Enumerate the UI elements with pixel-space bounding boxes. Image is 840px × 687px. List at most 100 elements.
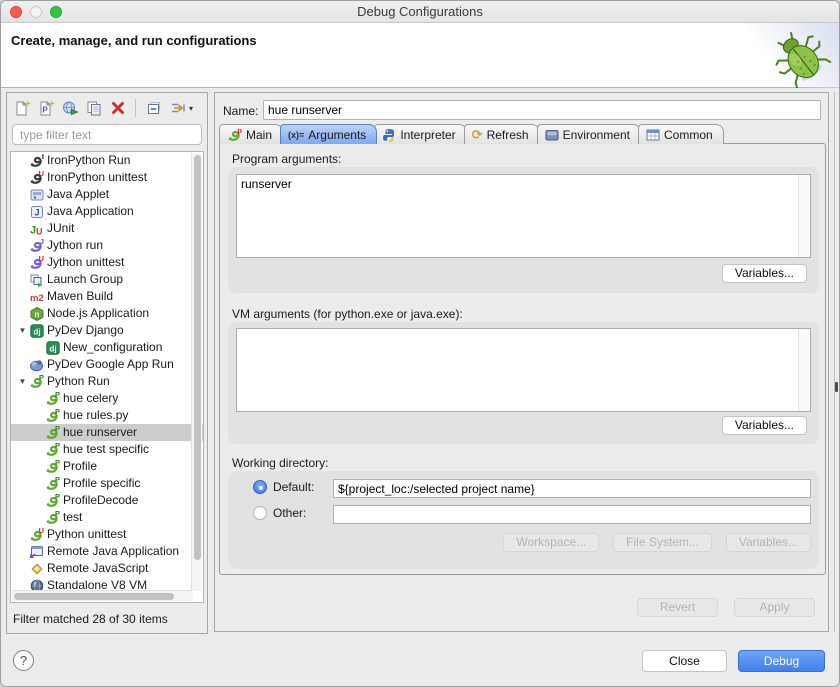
remote-javascript-icon — [28, 561, 45, 576]
delete-launch-configuration-button[interactable] — [107, 98, 128, 119]
program-arguments-label: Program arguments: — [232, 152, 341, 166]
svg-text:P: P — [39, 374, 44, 382]
vm-arguments-label: VM arguments (for python.exe or java.exe… — [232, 307, 463, 321]
tree-item-profile[interactable]: PProfile — [11, 458, 203, 475]
tree-item-maven-build[interactable]: m2Maven Build — [11, 288, 203, 305]
tab-label: Common — [664, 128, 713, 142]
tree-item-java-application[interactable]: J Java Application — [11, 203, 203, 220]
launch-toolbar: + P+ ▾ — [11, 96, 193, 120]
textarea-scrollbar[interactable] — [798, 175, 810, 257]
tree-item-label: Python Run — [45, 373, 110, 390]
delete-icon — [109, 99, 127, 117]
apply-button[interactable]: Apply — [734, 598, 815, 617]
tab-label: Arguments — [308, 128, 366, 142]
tree-vertical-scrollbar[interactable] — [191, 153, 202, 591]
tree-item-python-run[interactable]: ▼ PPython Run — [11, 373, 203, 390]
duplicate-launch-configuration-button[interactable] — [83, 98, 104, 119]
tree-item-label: hue runserver — [61, 424, 137, 441]
tree-item-pydev-django[interactable]: ▼djPyDev Django — [11, 322, 203, 339]
revert-button[interactable]: Revert — [637, 598, 718, 617]
tree-item-hue-test-specific[interactable]: Phue test specific — [11, 441, 203, 458]
filter-input[interactable] — [12, 124, 202, 145]
new-prototype-icon: P+ — [37, 99, 55, 117]
tree-item-label: test — [61, 509, 82, 526]
collapse-all-button[interactable] — [143, 98, 164, 119]
tree-item-remote-javascript[interactable]: Remote JavaScript — [11, 560, 203, 577]
tree-item-label: Python unittest — [45, 526, 126, 543]
tree-item-hue-celery[interactable]: Phue celery — [11, 390, 203, 407]
tree-item-python-unittest[interactable]: UPython unittest — [11, 526, 203, 543]
tree-item-profile-specific[interactable]: PProfile specific — [11, 475, 203, 492]
tab-arguments[interactable]: (x)= Arguments — [280, 124, 377, 144]
other-radio[interactable] — [253, 506, 267, 520]
titlebar: Debug Configurations — [1, 1, 839, 23]
tree-item-remote-java-application[interactable]: Remote Java Application — [11, 543, 203, 560]
vm-arguments-textarea[interactable] — [236, 328, 811, 412]
program-arguments-variables-button[interactable]: Variables... — [722, 264, 807, 283]
svg-text:P: P — [55, 408, 60, 416]
tree-item-pydev-google-app-run[interactable]: PyDev Google App Run — [11, 356, 203, 373]
program-arguments-textarea[interactable]: runserver — [236, 174, 811, 258]
google-app-run-icon — [28, 357, 45, 372]
right-sash[interactable] — [834, 92, 835, 632]
tree-item-label: PyDev Google App Run — [45, 356, 174, 373]
collapse-all-icon — [145, 99, 163, 117]
tab-interpreter[interactable]: Interpreter — [374, 124, 466, 144]
new-launch-configuration-button[interactable]: + — [11, 98, 32, 119]
filter-launch-configurations-button[interactable] — [167, 98, 188, 119]
tree-item-label: Jython run — [45, 237, 103, 254]
tree-item-hue-rules-py[interactable]: Phue rules.py — [11, 407, 203, 424]
junit-icon: JU — [28, 221, 45, 236]
tab-environment[interactable]: Environment — [537, 124, 641, 144]
tree-item-label: Java Application — [45, 203, 134, 220]
tree-item-test[interactable]: Ptest — [11, 509, 203, 526]
svg-text:dj: dj — [49, 344, 56, 353]
tree-item-java-applet[interactable]: Java Applet — [11, 186, 203, 203]
variables-button[interactable]: Variables... — [726, 533, 811, 552]
expand-arrow-icon[interactable]: ▼ — [17, 322, 28, 339]
default-directory-field[interactable] — [333, 479, 811, 498]
jython-unittest-icon: U — [28, 255, 45, 270]
name-input[interactable] — [263, 100, 821, 120]
tree-item-jython-unittest[interactable]: UJython unittest — [11, 254, 203, 271]
file-system-button[interactable]: File System... — [613, 533, 712, 552]
common-tab-icon — [646, 128, 660, 142]
arguments-tab-icon: (x)= — [288, 130, 304, 140]
debug-bug-icon — [771, 26, 833, 88]
tab-common[interactable]: Common — [638, 124, 724, 144]
textarea-scrollbar[interactable] — [798, 329, 810, 411]
sash-handle[interactable] — [835, 382, 838, 392]
help-icon[interactable]: ? — [13, 650, 34, 671]
tree-item-jython-run[interactable]: JJython run — [11, 237, 203, 254]
tree-item-launch-group[interactable]: Launch Group — [11, 271, 203, 288]
configurations-tree[interactable]: IIronPython RunUIronPython unittestJava … — [10, 151, 204, 603]
tree-item-ironpython-unittest[interactable]: UIronPython unittest — [11, 169, 203, 186]
filter-status: Filter matched 28 of 30 items — [13, 612, 168, 626]
export-launch-configurations-button[interactable] — [59, 98, 80, 119]
workspace-button[interactable]: Workspace... — [503, 533, 599, 552]
expand-arrow-icon[interactable]: ▼ — [17, 373, 28, 390]
tree-item-ironpython-run[interactable]: IIronPython Run — [11, 152, 203, 169]
vm-arguments-variables-button[interactable]: Variables... — [722, 416, 807, 435]
default-radio[interactable] — [253, 480, 267, 494]
tree-item-junit[interactable]: JUJUnit — [11, 220, 203, 237]
ironpython-run-icon: I — [28, 153, 45, 168]
dropdown-caret-icon[interactable]: ▾ — [189, 104, 193, 113]
svg-text:P: P — [42, 106, 48, 115]
tree-item-hue-runserver[interactable]: Phue runserver — [11, 424, 203, 441]
tab-refresh[interactable]: ⟳Refresh — [464, 124, 540, 144]
tree-item-new-configuration[interactable]: djNew_configuration — [11, 339, 203, 356]
tab-main[interactable]: pMain — [219, 124, 283, 144]
tree-item-profiledecode[interactable]: PProfileDecode — [11, 492, 203, 509]
tree-item-node-js-application[interactable]: nNode.js Application — [11, 305, 203, 322]
svg-text:J: J — [34, 207, 39, 217]
new-launch-prototype-button[interactable]: P+ — [35, 98, 56, 119]
debug-button[interactable]: Debug — [738, 650, 825, 672]
close-button[interactable]: Close — [642, 650, 727, 672]
other-directory-field[interactable] — [333, 505, 811, 524]
duplicate-icon — [85, 99, 103, 117]
python-run-icon: P — [44, 442, 61, 457]
launch-group-icon — [28, 272, 45, 287]
arguments-tab-content: Program arguments: runserver Variables..… — [219, 143, 826, 575]
tree-horizontal-scrollbar[interactable] — [12, 590, 193, 601]
